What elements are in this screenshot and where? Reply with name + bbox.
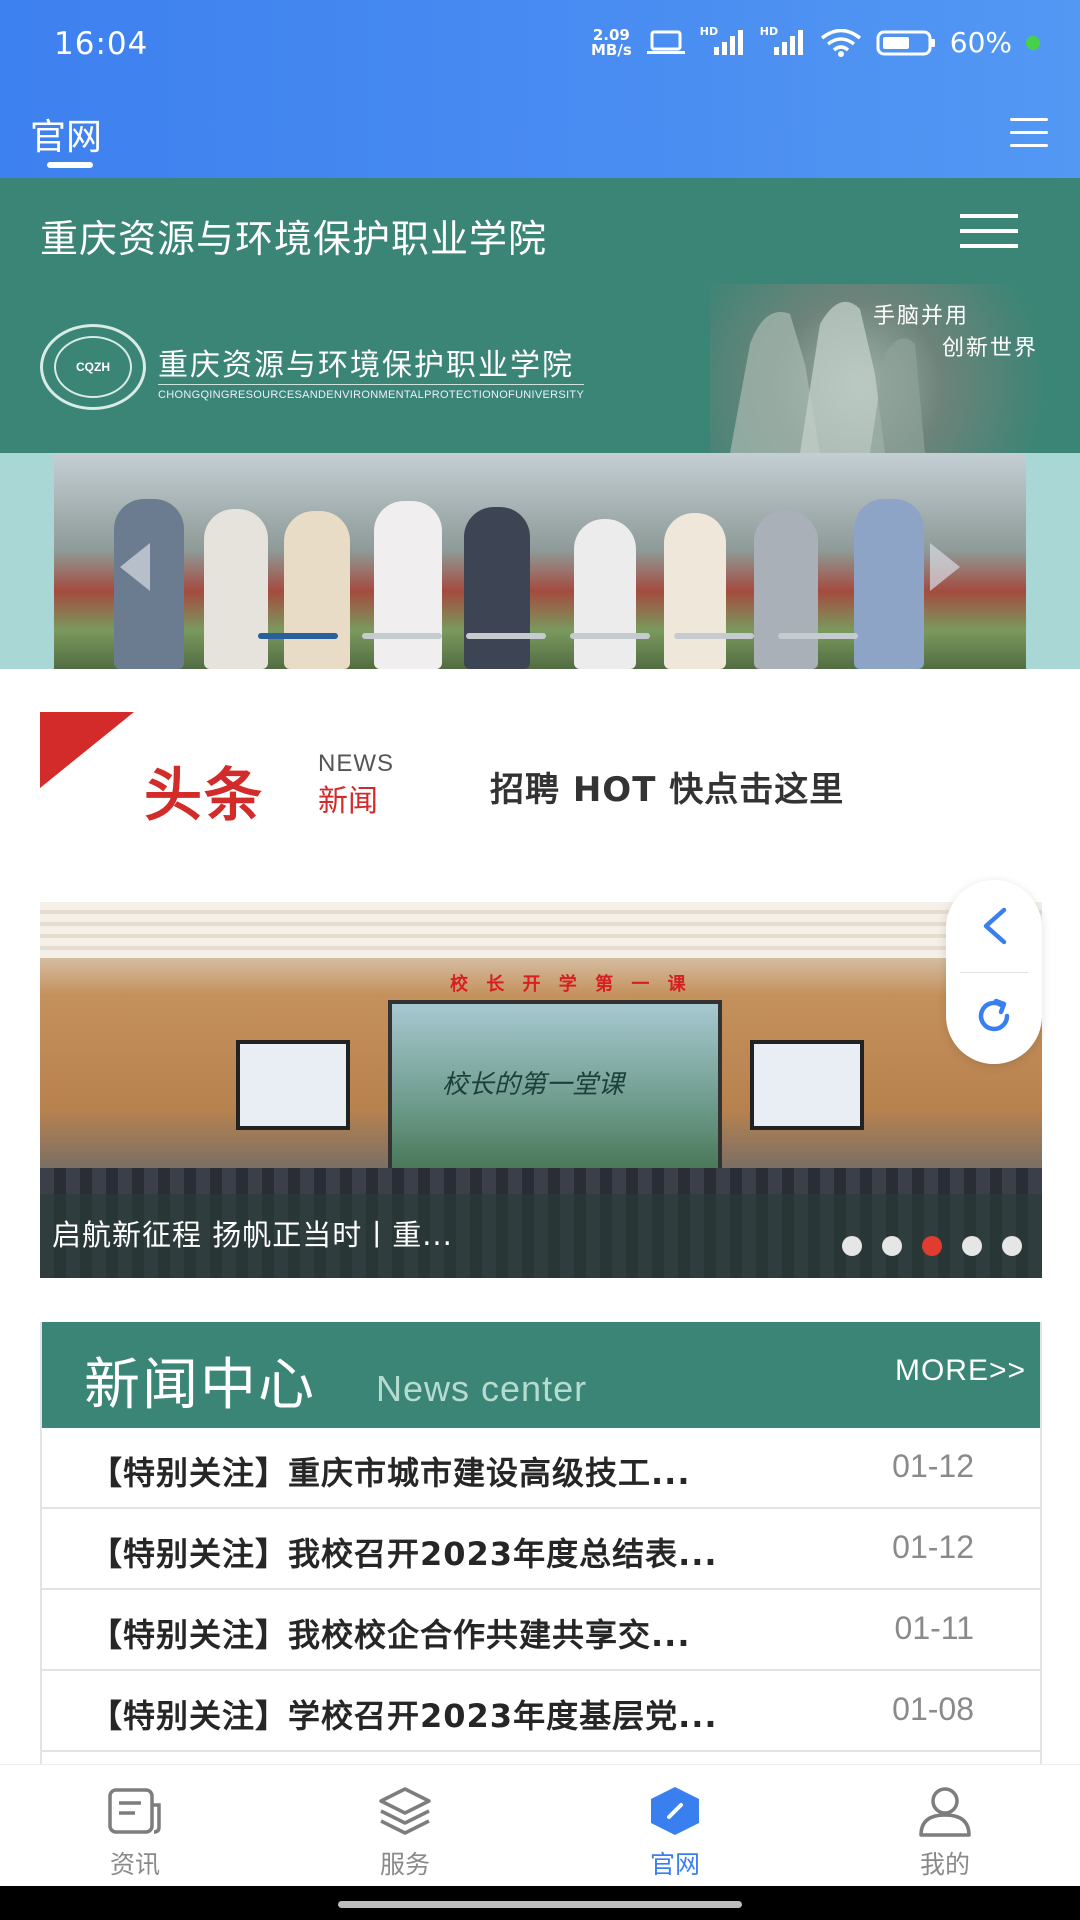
banner-dot[interactable] bbox=[674, 633, 754, 639]
news-slider[interactable]: 校 长 开 学 第 一 课 校长的第一堂课 启航新征程 扬帆正当时丨重... bbox=[40, 902, 1042, 1278]
headline-strip[interactable]: 头条 NEWS 新闻 招聘 HOT 快点击这里 bbox=[40, 712, 1040, 829]
recruitment-hot-link[interactable]: 招聘 HOT 快点击这里 bbox=[490, 762, 844, 811]
news-item-title: 【特别关注】重庆市城市建设高级技工... bbox=[90, 1454, 691, 1492]
website-header: 重庆资源与环境保护职业学院 手脑并用 创新世界 CQZH 重庆资源与环境保护职业… bbox=[0, 178, 1080, 453]
banner-dot[interactable] bbox=[466, 633, 546, 639]
nav-item-official-site[interactable]: 官网 bbox=[540, 1765, 810, 1887]
app-menu-icon[interactable] bbox=[1010, 118, 1048, 148]
bottom-nav: 资讯 服务 官网 我的 bbox=[0, 1764, 1080, 1886]
right-side-screen bbox=[750, 1040, 864, 1130]
hd-label-1: HD bbox=[699, 24, 719, 38]
net-speed-unit: MB/s bbox=[590, 40, 632, 59]
banner-prev-icon[interactable] bbox=[120, 543, 150, 591]
float-divider bbox=[960, 972, 1028, 973]
slider-dot[interactable] bbox=[1002, 1236, 1022, 1256]
slider-dot[interactable] bbox=[962, 1236, 982, 1256]
news-list-item[interactable]: 【特别关注】我校召开2023年度总结表... 01-12 bbox=[42, 1509, 1040, 1590]
statue-image: 手脑并用 创新世界 bbox=[710, 284, 1080, 453]
more-link[interactable]: MORE>> bbox=[895, 1354, 1026, 1388]
app-tab-bar: 官网 bbox=[0, 92, 1080, 178]
news-item-title: 【特别关注】我校校企合作共建共享交... bbox=[90, 1616, 691, 1654]
nav-label: 资讯 bbox=[109, 1850, 160, 1879]
nav-item-services[interactable]: 服务 bbox=[270, 1765, 540, 1887]
news-item-date: 01-08 bbox=[892, 1691, 974, 1727]
tab-official-site[interactable]: 官网 bbox=[30, 108, 102, 160]
banner-dot[interactable] bbox=[570, 633, 650, 639]
nav-item-news[interactable]: 资讯 bbox=[0, 1765, 270, 1887]
wifi-icon bbox=[820, 28, 861, 57]
compass-icon bbox=[651, 1787, 699, 1835]
site-menu-icon[interactable] bbox=[960, 214, 1018, 248]
slider-indicator bbox=[842, 1236, 1022, 1256]
slider-dot[interactable] bbox=[842, 1236, 862, 1256]
news-item-date: 01-12 bbox=[892, 1529, 974, 1565]
battery-percent: 60% bbox=[949, 26, 1012, 59]
logo-abbr: CQZH bbox=[54, 336, 132, 398]
news-center-subtitle: News center bbox=[376, 1368, 588, 1409]
home-indicator[interactable] bbox=[338, 1901, 742, 1908]
news-center-header: 新闻中心 News center MORE>> bbox=[42, 1322, 1040, 1428]
refresh-icon[interactable] bbox=[974, 996, 1014, 1036]
news-item-date: 01-11 bbox=[894, 1610, 974, 1646]
hall-ceiling bbox=[40, 902, 1042, 958]
screen-text: 校长的第一堂课 bbox=[442, 1070, 625, 1100]
main-screen: 校长的第一堂课 bbox=[388, 1000, 722, 1196]
news-list-item[interactable]: 【特别关注】重庆市城市建设高级技工... 01-12 bbox=[42, 1428, 1040, 1509]
banner-dot[interactable] bbox=[362, 633, 442, 639]
headline-news-label: NEWS bbox=[318, 750, 394, 777]
signal-2-icon: HD bbox=[760, 25, 806, 57]
news-list-item[interactable]: 【特别关注】我校校企合作共建共享交... 01-11 bbox=[42, 1590, 1040, 1671]
news-list-item[interactable]: 【特别关注】学校召开2023年度基层党... 01-08 bbox=[42, 1671, 1040, 1752]
red-corner-decoration bbox=[40, 712, 134, 788]
net-speed: 2.09 MB/s bbox=[590, 27, 632, 59]
news-icon bbox=[108, 1788, 161, 1834]
slogan-2: 创新世界 bbox=[942, 336, 1039, 361]
logo-english-name: CHONGQINGRESOURCESANDENVIRONMENTALPROTEC… bbox=[158, 384, 585, 401]
banner-carousel[interactable] bbox=[0, 453, 1080, 669]
news-item-title: 【特别关注】学校召开2023年度基层党... bbox=[90, 1697, 718, 1735]
headline-brand: 头条 bbox=[144, 761, 265, 829]
nav-label: 官网 bbox=[649, 1850, 700, 1879]
back-icon[interactable] bbox=[978, 906, 1010, 946]
nav-label: 服务 bbox=[379, 1850, 430, 1879]
laptop-icon bbox=[646, 30, 685, 54]
tab-underline bbox=[47, 162, 93, 168]
slogan-1: 手脑并用 bbox=[873, 304, 970, 329]
news-item-title: 【特别关注】我校召开2023年度总结表... bbox=[90, 1535, 718, 1573]
slider-caption[interactable]: 启航新征程 扬帆正当时丨重... bbox=[52, 1212, 453, 1254]
stage-banner-text: 校 长 开 学 第 一 课 bbox=[450, 974, 692, 995]
news-center: 新闻中心 News center MORE>> 【特别关注】重庆市城市建设高级技… bbox=[40, 1322, 1042, 1768]
logo-chinese-name: 重庆资源与环境保护职业学院 bbox=[158, 348, 574, 383]
banner-next-icon[interactable] bbox=[930, 543, 960, 591]
banner-indicator bbox=[258, 633, 858, 639]
nav-item-profile[interactable]: 我的 bbox=[810, 1765, 1080, 1887]
status-icons: 2.09 MB/s HD HD 60% bbox=[590, 25, 1040, 59]
user-icon bbox=[919, 1787, 971, 1837]
site-title: 重庆资源与环境保护职业学院 bbox=[40, 217, 548, 261]
floating-nav bbox=[946, 880, 1042, 1064]
charging-dot bbox=[1026, 35, 1040, 50]
nav-label: 我的 bbox=[919, 1850, 970, 1879]
battery-icon bbox=[876, 30, 935, 55]
hd-label-2: HD bbox=[759, 24, 779, 38]
status-time: 16:04 bbox=[54, 26, 149, 62]
left-side-screen bbox=[236, 1040, 350, 1130]
layers-icon bbox=[379, 1787, 431, 1835]
signal-1-icon: HD bbox=[700, 25, 746, 57]
slider-dot[interactable] bbox=[922, 1236, 942, 1256]
slider-dot[interactable] bbox=[882, 1236, 902, 1256]
news-center-title: 新闻中心 bbox=[84, 1353, 316, 1418]
headline-xinwen-label: 新闻 bbox=[318, 784, 378, 819]
banner-dot[interactable] bbox=[258, 633, 338, 639]
news-item-date: 01-12 bbox=[892, 1448, 974, 1484]
banner-dot[interactable] bbox=[778, 633, 858, 639]
status-bar: 16:04 2.09 MB/s HD HD 60% bbox=[0, 0, 1080, 92]
school-logo: CQZH bbox=[40, 324, 146, 410]
